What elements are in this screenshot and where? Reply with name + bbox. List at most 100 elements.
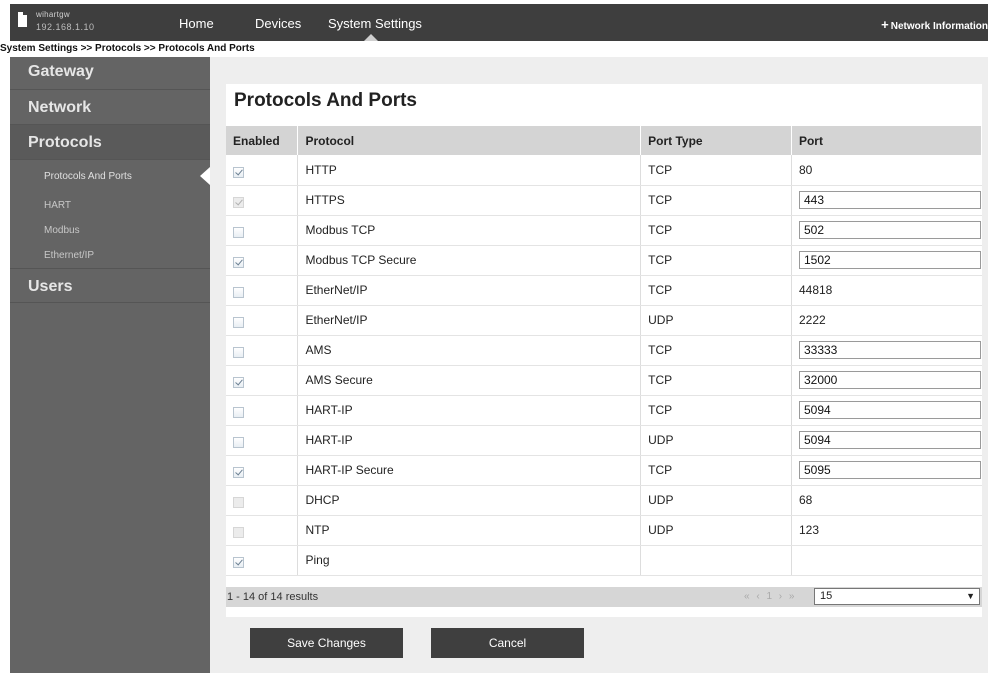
sidebar-item-users[interactable]: Users bbox=[10, 268, 210, 303]
cancel-button[interactable]: Cancel bbox=[431, 628, 584, 658]
sidebar: Gateway Network Protocols Protocols And … bbox=[10, 57, 210, 673]
sidebar-subitem-hart[interactable]: HART bbox=[10, 193, 210, 218]
protocol-cell: AMS bbox=[297, 335, 642, 366]
nav-system-settings[interactable]: System Settings bbox=[328, 16, 422, 31]
column-header-port-type[interactable]: Port Type bbox=[640, 126, 792, 155]
enabled-checkbox[interactable] bbox=[233, 377, 244, 389]
enabled-checkbox bbox=[233, 497, 244, 509]
page-size-value: 15 bbox=[820, 590, 833, 602]
enabled-checkbox[interactable] bbox=[233, 437, 244, 449]
table-row: HART-IP TCP bbox=[226, 395, 982, 426]
enabled-checkbox[interactable] bbox=[233, 467, 244, 479]
page-navigation[interactable]: « ‹ 1 › » bbox=[744, 591, 796, 602]
table-header-row: Enabled Protocol Port Type Port bbox=[226, 126, 983, 155]
sidebar-item-network[interactable]: Network bbox=[10, 90, 210, 125]
enabled-checkbox bbox=[233, 197, 244, 209]
enabled-cell bbox=[226, 395, 299, 426]
active-nav-caret-icon bbox=[364, 34, 378, 41]
enabled-checkbox[interactable] bbox=[233, 287, 244, 299]
port-value: 80 bbox=[798, 162, 813, 177]
port-type-cell: TCP bbox=[640, 215, 792, 246]
enabled-checkbox[interactable] bbox=[233, 257, 244, 269]
protocol-cell: Modbus TCP bbox=[297, 215, 642, 246]
enabled-checkbox[interactable] bbox=[233, 167, 244, 179]
table-row: Ping bbox=[226, 545, 982, 576]
protocol-cell: DHCP bbox=[297, 485, 642, 516]
port-cell bbox=[791, 425, 982, 456]
port-input[interactable] bbox=[798, 191, 981, 209]
table-row: EtherNet/IP UDP 2222 bbox=[226, 305, 982, 336]
column-header-port[interactable]: Port bbox=[791, 126, 983, 155]
enabled-cell bbox=[226, 335, 299, 366]
enabled-cell bbox=[226, 305, 299, 336]
port-cell: 80 bbox=[791, 155, 982, 186]
table-row: HART-IP UDP bbox=[226, 425, 982, 456]
port-input[interactable] bbox=[798, 251, 981, 269]
sidebar-subitem-protocols-and-ports[interactable]: Protocols And Ports bbox=[10, 164, 210, 189]
port-type-cell: TCP bbox=[640, 455, 792, 486]
protocol-cell: HART-IP bbox=[297, 425, 642, 456]
protocol-cell: HART-IP bbox=[297, 395, 642, 426]
table-row: Modbus TCP Secure TCP bbox=[226, 245, 982, 276]
port-input[interactable] bbox=[798, 401, 981, 419]
port-type-cell: TCP bbox=[640, 365, 792, 396]
top-bar: wihartgw 192.168.1.10 Home Devices Syste… bbox=[10, 4, 988, 41]
port-type-cell: UDP bbox=[640, 485, 792, 516]
protocol-cell: HART-IP Secure bbox=[297, 455, 642, 486]
page-size-select[interactable]: 15 ▼ bbox=[814, 588, 980, 605]
port-cell: 123 bbox=[791, 515, 982, 546]
table-row: HART-IP Secure TCP bbox=[226, 455, 982, 486]
port-type-cell bbox=[640, 545, 792, 576]
protocol-cell: Ping bbox=[297, 545, 642, 576]
port-input[interactable] bbox=[798, 341, 981, 359]
table-row: HTTP TCP 80 bbox=[226, 155, 982, 186]
enabled-checkbox[interactable] bbox=[233, 227, 244, 239]
gateway-brand[interactable]: wihartgw 192.168.1.10 bbox=[10, 4, 170, 41]
table-row: NTP UDP 123 bbox=[226, 515, 982, 546]
page-title: Protocols And Ports bbox=[234, 90, 417, 111]
port-cell: 2222 bbox=[791, 305, 982, 336]
enabled-cell bbox=[226, 185, 299, 216]
enabled-cell bbox=[226, 455, 299, 486]
plus-icon: + bbox=[881, 17, 889, 32]
port-type-cell: UDP bbox=[640, 305, 792, 336]
port-cell bbox=[791, 245, 982, 276]
table-body: HTTPTCP80HTTPSTCPModbus TCPTCPModbus TCP… bbox=[226, 155, 982, 576]
gateway-icon bbox=[18, 12, 27, 27]
enabled-cell bbox=[226, 365, 299, 396]
table-row: Modbus TCP TCP bbox=[226, 215, 982, 246]
nav-devices[interactable]: Devices bbox=[255, 16, 301, 31]
enabled-cell bbox=[226, 155, 299, 186]
protocol-cell: Modbus TCP Secure bbox=[297, 245, 642, 276]
sidebar-item-protocols[interactable]: Protocols bbox=[10, 125, 210, 160]
sidebar-item-gateway[interactable]: Gateway bbox=[10, 57, 210, 90]
enabled-checkbox[interactable] bbox=[233, 317, 244, 329]
port-value: 44818 bbox=[798, 283, 833, 297]
breadcrumb: System Settings >> Protocols >> Protocol… bbox=[0, 43, 255, 54]
nav-home[interactable]: Home bbox=[179, 16, 214, 31]
port-input[interactable] bbox=[798, 221, 981, 239]
port-type-cell: UDP bbox=[640, 515, 792, 546]
enabled-checkbox[interactable] bbox=[233, 557, 244, 569]
column-header-enabled[interactable]: Enabled bbox=[226, 126, 299, 155]
save-changes-button[interactable]: Save Changes bbox=[250, 628, 403, 658]
table-row: AMS TCP bbox=[226, 335, 982, 366]
protocol-cell: EtherNet/IP bbox=[297, 275, 642, 306]
network-information-link[interactable]: + Network Information bbox=[881, 17, 988, 32]
protocol-cell: HTTPS bbox=[297, 185, 642, 216]
protocols-table: Enabled Protocol Port Type Port HTTP TCP 8… bbox=[226, 126, 983, 576]
device-name: wihartgw bbox=[36, 10, 70, 19]
protocol-cell: EtherNet/IP bbox=[297, 305, 642, 336]
port-cell bbox=[791, 545, 982, 576]
port-input[interactable] bbox=[798, 431, 981, 449]
enabled-checkbox bbox=[233, 527, 244, 539]
sidebar-subitem-modbus[interactable]: Modbus bbox=[10, 218, 210, 243]
port-input[interactable] bbox=[798, 461, 981, 479]
sidebar-subitem-ethernet-ip[interactable]: Ethernet/IP bbox=[10, 243, 210, 268]
device-ip: 192.168.1.10 bbox=[36, 22, 95, 32]
port-input[interactable] bbox=[798, 371, 981, 389]
enabled-checkbox[interactable] bbox=[233, 407, 244, 419]
enabled-cell bbox=[226, 275, 299, 306]
column-header-protocol[interactable]: Protocol bbox=[297, 126, 642, 155]
enabled-checkbox[interactable] bbox=[233, 347, 244, 359]
